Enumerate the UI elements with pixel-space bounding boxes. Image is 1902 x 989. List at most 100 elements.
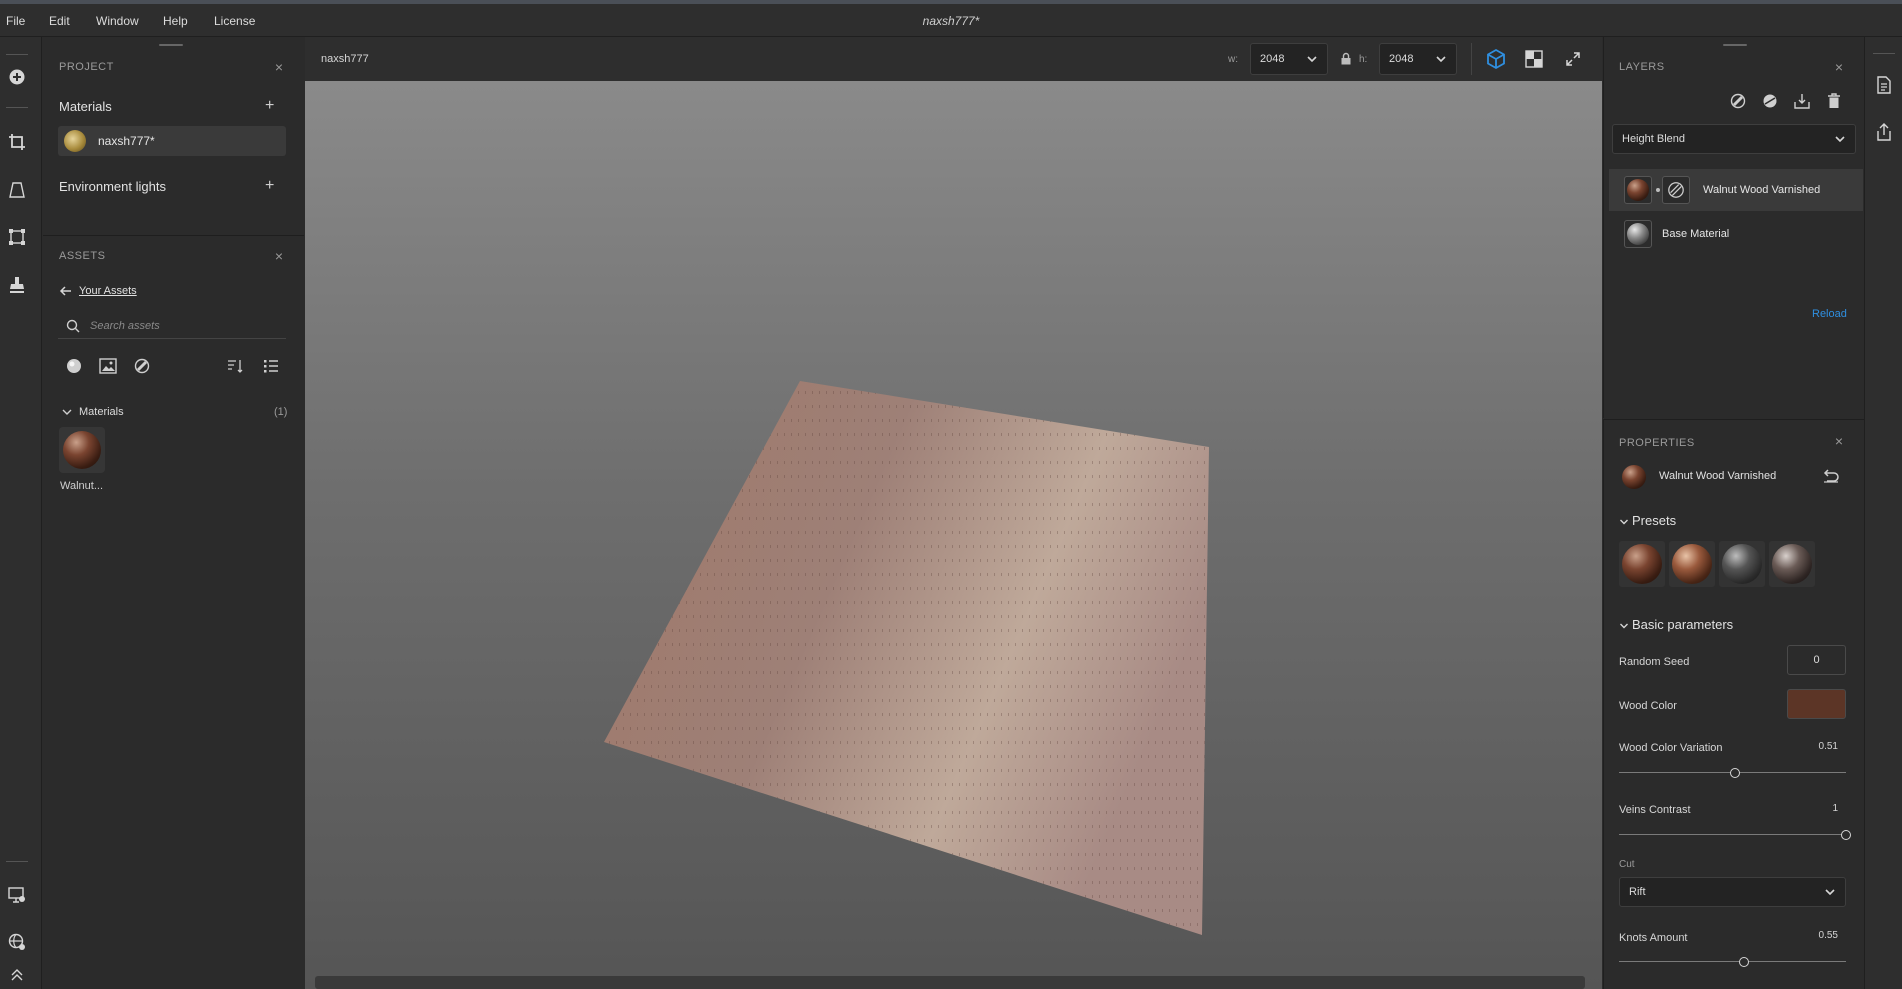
knots-amount-slider[interactable] bbox=[1619, 957, 1846, 967]
crop-tool-button[interactable] bbox=[4, 129, 30, 155]
preset-thumbnail[interactable] bbox=[1619, 541, 1665, 587]
environment-lights-label: Environment lights bbox=[59, 179, 166, 194]
wood-color-variation-value: 0.51 bbox=[1818, 741, 1838, 752]
perspective-icon bbox=[9, 182, 25, 198]
width-label: w: bbox=[1228, 54, 1238, 65]
chevron-down-icon bbox=[1835, 136, 1845, 143]
delete-layer-icon[interactable] bbox=[1826, 93, 1842, 109]
material-preview-ball bbox=[63, 431, 101, 469]
viewport: naxsh777 w: 2048 h: 2048 bbox=[305, 37, 1602, 989]
assets-panel bbox=[43, 236, 304, 989]
toolbar-separator bbox=[6, 107, 28, 108]
materials-filter-icon[interactable] bbox=[66, 358, 82, 374]
preset-thumbnail[interactable] bbox=[1669, 541, 1715, 587]
reset-icon[interactable] bbox=[1823, 469, 1839, 483]
assets-group-label: Materials bbox=[79, 406, 124, 418]
collapse-tool-button[interactable] bbox=[4, 962, 30, 988]
reload-link[interactable]: Reload bbox=[1812, 308, 1847, 320]
add-material-layer-icon[interactable] bbox=[1762, 93, 1778, 109]
perspective-tool-button[interactable] bbox=[4, 177, 30, 203]
add-environment-light-icon[interactable]: + bbox=[265, 178, 274, 194]
basic-parameters-label: Basic parameters bbox=[1632, 617, 1734, 632]
layer-material-thumbnail bbox=[1624, 176, 1652, 204]
fullscreen-icon[interactable] bbox=[1566, 52, 1580, 66]
asset-search[interactable]: Search assets bbox=[58, 315, 286, 339]
layer-item-base-material[interactable]: Base Material bbox=[1609, 213, 1863, 255]
add-material-icon[interactable]: + bbox=[265, 98, 274, 114]
document-tool-button[interactable] bbox=[1871, 72, 1897, 98]
panel-grabber[interactable] bbox=[1723, 44, 1747, 46]
chevron-down-icon[interactable] bbox=[61, 406, 73, 418]
left-toolbar bbox=[0, 37, 42, 989]
list-view-icon[interactable] bbox=[263, 358, 279, 374]
toolbar-separator bbox=[1471, 43, 1472, 75]
your-assets-link[interactable]: Your Assets bbox=[79, 285, 137, 297]
asset-material-tile[interactable] bbox=[59, 427, 105, 473]
3d-canvas[interactable] bbox=[305, 81, 1602, 989]
chevron-down-icon bbox=[1307, 56, 1317, 63]
cut-value: Rift bbox=[1629, 886, 1646, 898]
2d-view-icon[interactable] bbox=[1525, 50, 1543, 68]
globe-settings-icon bbox=[8, 933, 25, 950]
image-filter-icon[interactable] bbox=[99, 358, 117, 374]
veins-contrast-slider[interactable] bbox=[1619, 830, 1851, 840]
share-tool-button[interactable] bbox=[1871, 119, 1897, 145]
transform-icon bbox=[9, 229, 25, 245]
sort-icon[interactable] bbox=[227, 359, 243, 373]
slider-knob[interactable] bbox=[1738, 957, 1749, 967]
wood-color-variation-slider[interactable] bbox=[1619, 768, 1846, 778]
layer-material-thumbnail bbox=[1624, 220, 1652, 248]
toolbar-separator bbox=[1873, 53, 1895, 54]
transform-tool-button[interactable] bbox=[4, 224, 30, 250]
close-icon[interactable]: × bbox=[272, 60, 286, 74]
random-seed-input[interactable]: 0 bbox=[1787, 645, 1846, 675]
close-icon[interactable]: × bbox=[1832, 60, 1846, 74]
project-material-item[interactable]: naxsh777* bbox=[58, 126, 286, 156]
height-dropdown[interactable]: 2048 bbox=[1379, 43, 1457, 75]
presets-section-label: Presets bbox=[1632, 513, 1677, 528]
link-dot bbox=[1656, 188, 1660, 192]
layer-item-walnut-wood[interactable]: Walnut Wood Varnished bbox=[1609, 169, 1863, 211]
display-settings-button[interactable] bbox=[4, 882, 30, 908]
cut-dropdown[interactable]: Rift bbox=[1619, 877, 1846, 907]
close-icon[interactable]: × bbox=[1832, 434, 1846, 448]
project-panel-title: PROJECT bbox=[59, 61, 114, 73]
veins-contrast-label: Veins Contrast bbox=[1619, 804, 1691, 816]
document-edit-icon bbox=[1877, 76, 1891, 94]
viewport-scrollbar[interactable] bbox=[315, 976, 1585, 989]
assets-group-count: (1) bbox=[274, 406, 288, 418]
environment-settings-button[interactable] bbox=[4, 929, 30, 955]
stamp-icon bbox=[10, 277, 24, 293]
chevron-down-icon[interactable] bbox=[1619, 620, 1629, 630]
menu-bar: File Edit Window Help License naxsh777* bbox=[0, 4, 1902, 37]
back-arrow-icon[interactable] bbox=[59, 284, 73, 298]
filter-effects-icon[interactable] bbox=[134, 358, 150, 374]
slider-knob[interactable] bbox=[1729, 768, 1740, 778]
panel-grabber[interactable] bbox=[159, 44, 183, 46]
stamp-tool-button[interactable] bbox=[4, 272, 30, 298]
toolbar-separator bbox=[6, 861, 28, 862]
add-tool-button[interactable] bbox=[4, 64, 30, 90]
viewport-toolbar: naxsh777 w: 2048 h: 2048 bbox=[305, 37, 1602, 81]
search-input[interactable]: Search assets bbox=[90, 320, 160, 332]
preset-thumbnail[interactable] bbox=[1769, 541, 1815, 587]
blend-mode-dropdown[interactable]: Height Blend bbox=[1612, 124, 1856, 154]
add-fill-layer-icon[interactable] bbox=[1730, 93, 1746, 109]
chevron-down-icon bbox=[1825, 889, 1835, 896]
wood-color-variation-label: Wood Color Variation bbox=[1619, 742, 1723, 754]
close-icon[interactable]: × bbox=[272, 249, 286, 263]
chevron-down-icon bbox=[1436, 56, 1446, 63]
layer-mask-thumbnail[interactable] bbox=[1662, 176, 1690, 204]
layer-name: Walnut Wood Varnished bbox=[1703, 184, 1821, 196]
3d-view-icon[interactable] bbox=[1485, 48, 1507, 70]
lock-icon[interactable] bbox=[1340, 52, 1352, 65]
width-dropdown[interactable]: 2048 bbox=[1250, 43, 1328, 75]
cut-label: Cut bbox=[1619, 859, 1635, 870]
properties-panel-title: PROPERTIES bbox=[1619, 437, 1695, 449]
preset-thumbnail[interactable] bbox=[1719, 541, 1765, 587]
slider-knob[interactable] bbox=[1841, 830, 1851, 840]
export-layer-icon[interactable] bbox=[1794, 93, 1810, 109]
wood-color-swatch[interactable] bbox=[1787, 689, 1846, 719]
crop-icon bbox=[9, 134, 25, 150]
chevron-down-icon[interactable] bbox=[1619, 516, 1629, 526]
